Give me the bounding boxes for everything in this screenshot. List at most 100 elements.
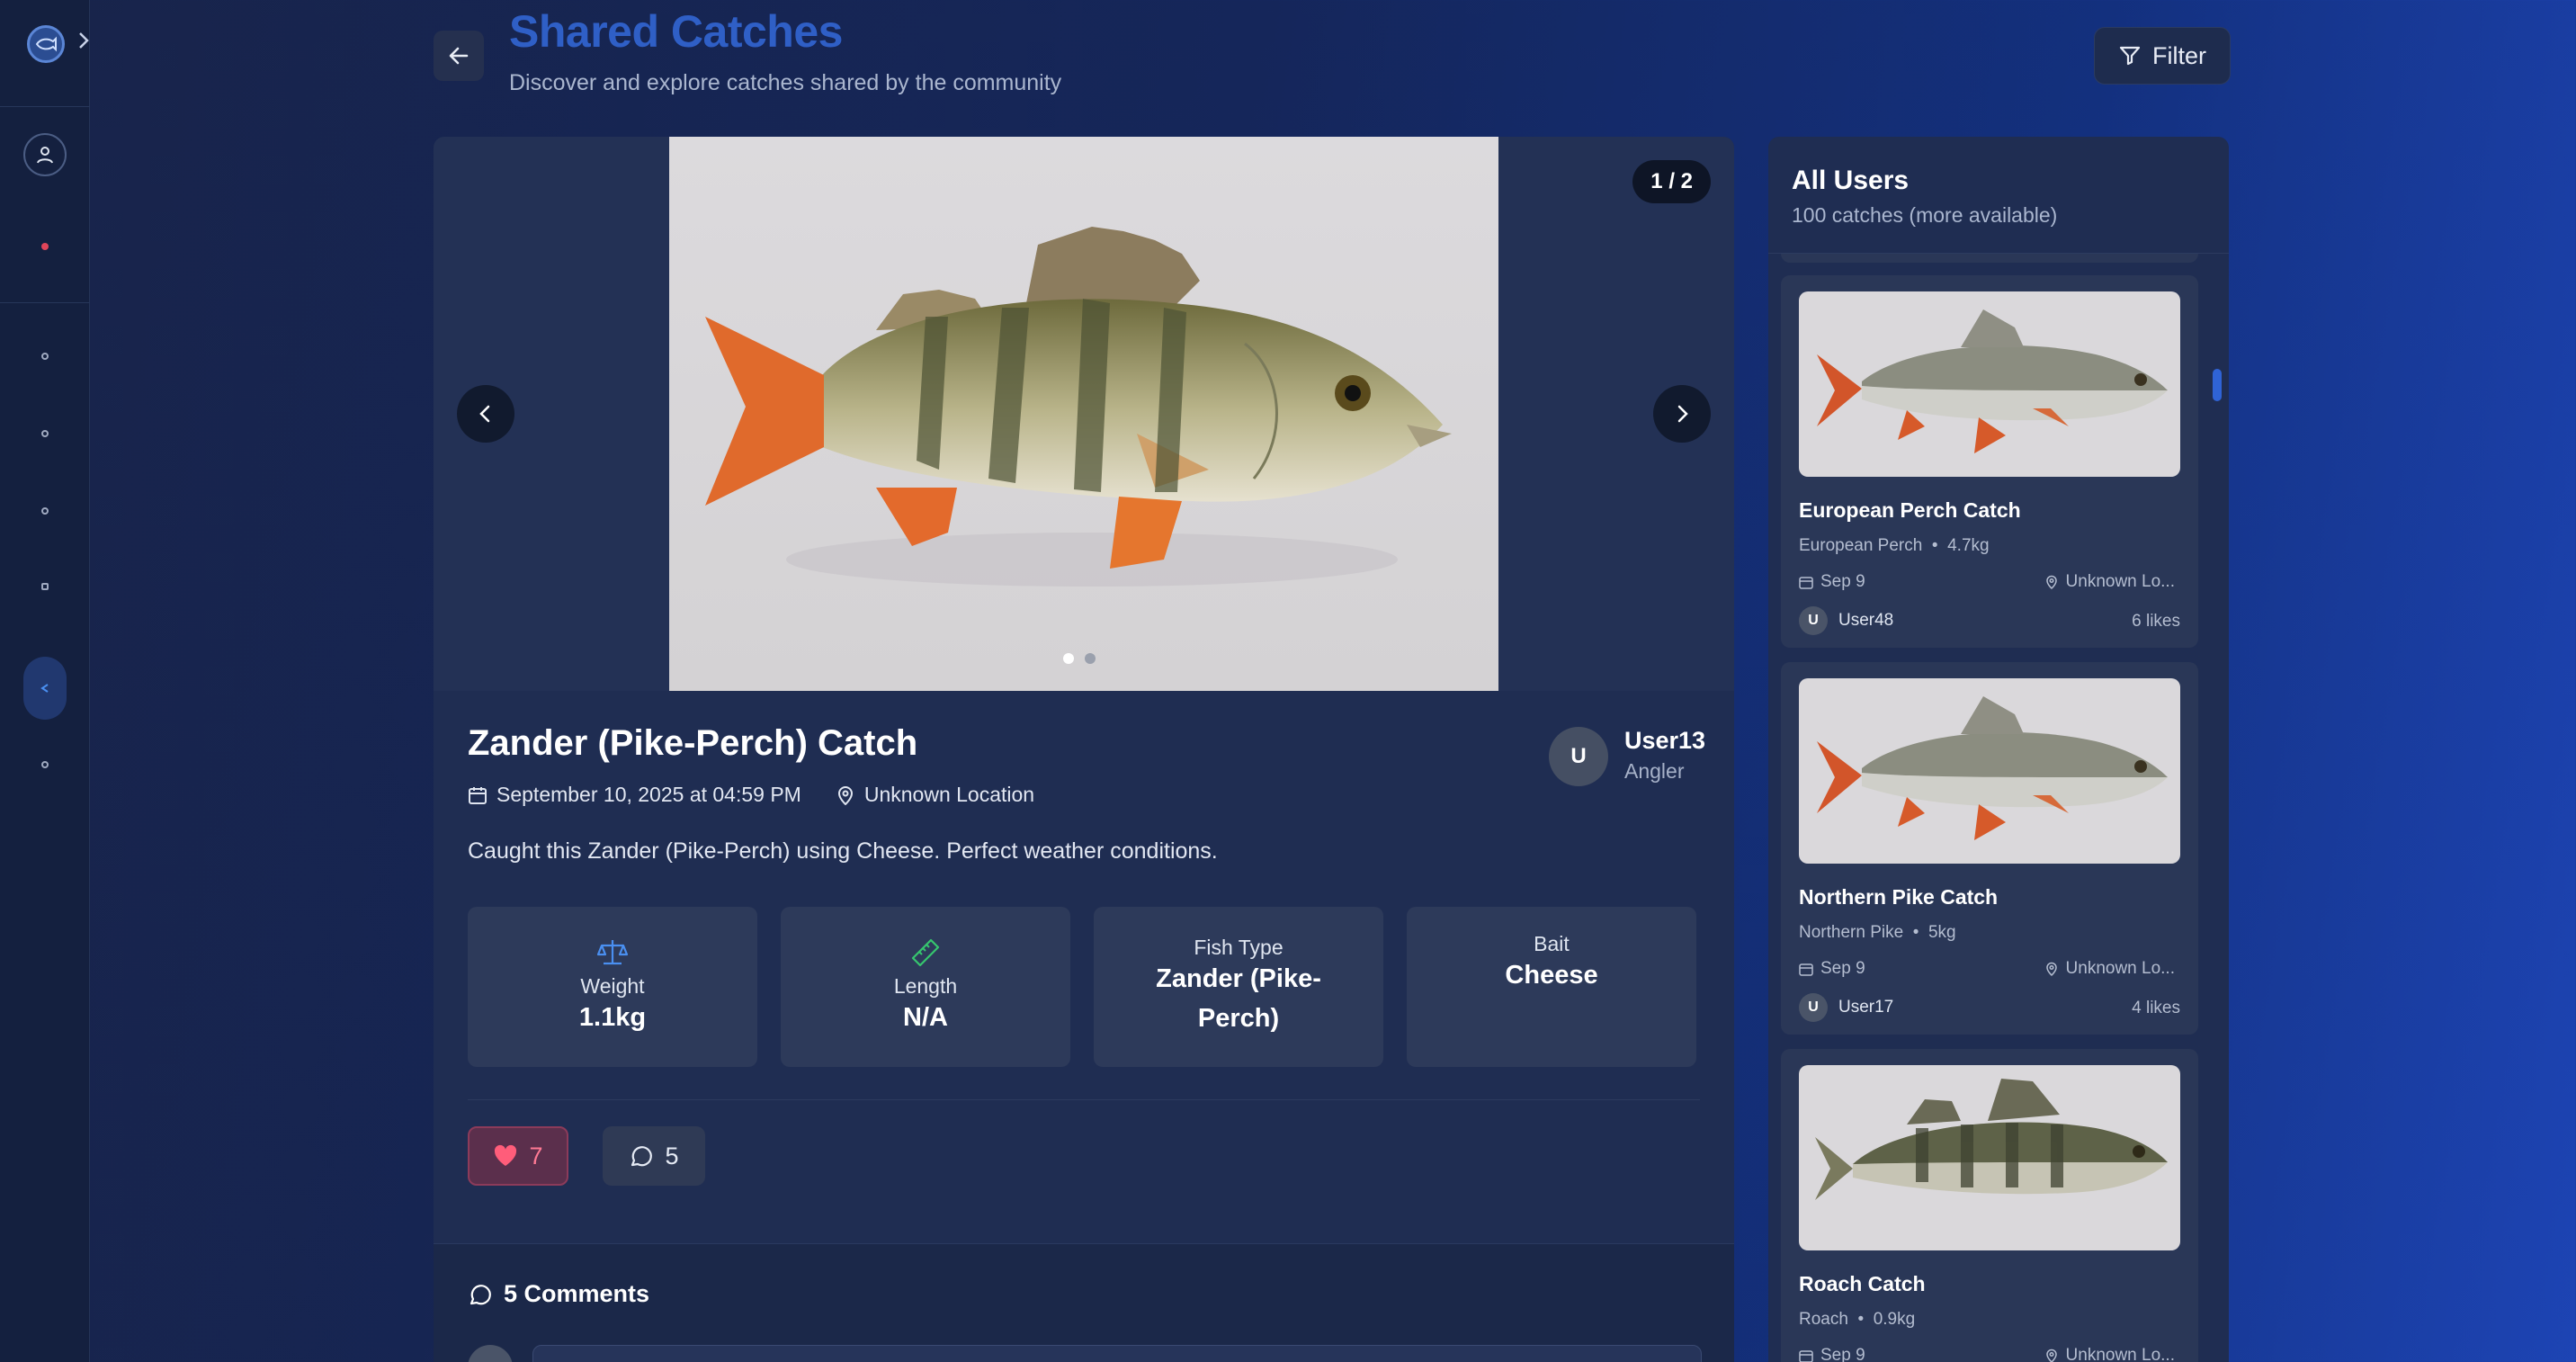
calendar-icon: [1799, 1350, 1813, 1362]
card-location-text: Unknown Lo...: [2065, 959, 2175, 978]
card-likes: 4 likes: [2132, 999, 2180, 1017]
arrow-left-icon: [449, 47, 469, 65]
nav-home-icon[interactable]: [41, 353, 49, 360]
nav-map-icon[interactable]: [41, 430, 49, 437]
card-weight: 4.7kg: [1947, 536, 1990, 555]
ruler-icon: [911, 938, 940, 966]
catch-card[interactable]: [1781, 254, 2198, 263]
filter-button[interactable]: Filter: [2094, 27, 2231, 85]
stat-value: N/A: [903, 1002, 948, 1032]
panel-subtitle: 100 catches (more available): [1792, 203, 2058, 227]
stat-label: Fish Type: [1194, 936, 1284, 959]
nav-share-icon[interactable]: [23, 657, 67, 720]
card-species: Roach • 0.9kg: [1799, 1310, 1916, 1329]
panel-title: All Users: [1792, 166, 1910, 195]
like-count: 7: [529, 1142, 543, 1169]
card-location: Unknown Lo...: [2044, 1346, 2175, 1362]
map-pin-icon: [2045, 575, 2057, 589]
card-title: European Perch Catch: [1799, 498, 2021, 522]
panel-header: All Users 100 catches (more available): [1768, 137, 2229, 254]
catch-title: Zander (Pike-Perch) Catch: [468, 723, 918, 763]
divider: [468, 1099, 1700, 1100]
nav-log-icon[interactable]: [41, 507, 49, 515]
scrollbar[interactable]: [2213, 369, 2222, 401]
stat-bait: Bait Cheese: [1407, 907, 1696, 1067]
catch-thumbnail: [1799, 1065, 2180, 1250]
card-location-text: Unknown Lo...: [2065, 1346, 2175, 1362]
heart-icon: [495, 1144, 517, 1166]
carousel-counter: 1 / 2: [1632, 160, 1711, 203]
calendar-icon: [1799, 963, 1813, 976]
logout-icon[interactable]: [41, 243, 49, 250]
catch-thumbnail: [1799, 291, 2180, 477]
stat-value: Zander (Pike-Perch): [1156, 964, 1321, 1033]
author-name[interactable]: User13: [1624, 727, 1705, 755]
stat-label: Bait: [1534, 932, 1570, 955]
roach-photo-image: [1817, 309, 2168, 453]
stat-weight: Weight 1.1kg: [468, 907, 757, 1067]
card-location: Unknown Lo...: [2044, 959, 2175, 979]
card-date: Sep 9: [1799, 572, 1865, 592]
card-likes: 6 likes: [2132, 612, 2180, 631]
all-users-panel: All Users 100 catches (more available) E…: [1768, 137, 2229, 1362]
filter-label: Filter: [2152, 41, 2206, 69]
back-button[interactable]: [434, 31, 484, 81]
avatar[interactable]: U: [1549, 727, 1608, 786]
nav-calendar-icon[interactable]: [41, 583, 49, 590]
stat-fish-type: Fish Type Zander (Pike-Perch): [1094, 907, 1383, 1067]
card-username: User48: [1838, 611, 1894, 630]
stat-value: 1.1kg: [578, 1002, 647, 1032]
stat-label: Weight: [580, 973, 645, 998]
carousel-dots: [1063, 653, 1096, 664]
card-date-text: Sep 9: [1820, 959, 1865, 978]
catch-date: September 10, 2025 at 04:59 PM: [496, 783, 801, 806]
card-user: U User17: [1799, 993, 1893, 1022]
calendar-icon: [1799, 577, 1813, 589]
carousel-prev-button[interactable]: [457, 385, 514, 443]
card-date: Sep 9: [1799, 1346, 1865, 1362]
comments-section: 5 Comments: [434, 1243, 1734, 1362]
perch-photo-image: [705, 227, 1452, 587]
comment-button[interactable]: 5: [603, 1126, 705, 1186]
catch-card[interactable]: European Perch Catch European Perch • 4.…: [1781, 275, 2198, 648]
catch-card[interactable]: Northern Pike Catch Northern Pike • 5kg …: [1781, 662, 2198, 1035]
avatar: [468, 1345, 513, 1362]
carousel-dot[interactable]: [1063, 653, 1074, 664]
card-title: Northern Pike Catch: [1799, 885, 1999, 909]
like-button[interactable]: 7: [468, 1126, 568, 1186]
carousel-next-button[interactable]: [1653, 385, 1711, 443]
sidebar: [0, 0, 90, 1362]
photo-carousel: 1 / 2: [434, 137, 1734, 691]
page-title: Shared Catches: [509, 6, 843, 57]
card-user: U User48: [1799, 606, 1893, 635]
sidebar-divider: [0, 302, 90, 303]
comments-heading: 5 Comments: [468, 1280, 649, 1308]
card-location: Unknown Lo...: [2044, 572, 2175, 592]
chevron-left-icon: [479, 405, 490, 423]
card-date-text: Sep 9: [1820, 1346, 1865, 1362]
card-weight: 5kg: [1928, 923, 1956, 942]
calendar-icon: [469, 786, 487, 804]
catch-location: Unknown Location: [863, 783, 1035, 806]
catch-thumbnail: [1799, 678, 2180, 864]
comment-input[interactable]: [532, 1345, 1702, 1362]
catch-card[interactable]: Roach Catch Roach • 0.9kg Sep 9 Unknown …: [1781, 1049, 2198, 1362]
catch-photo: [669, 137, 1498, 691]
nav-community-icon[interactable]: [41, 761, 49, 768]
avatar: U: [1799, 993, 1828, 1022]
stat-value: Cheese: [1505, 961, 1598, 990]
fish-logo-icon[interactable]: [27, 25, 65, 63]
roach-photo-image: [1817, 696, 2168, 840]
carousel-dot[interactable]: [1085, 653, 1096, 664]
catch-description: Caught this Zander (Pike-Perch) using Ch…: [468, 838, 1218, 864]
card-weight: 0.9kg: [1873, 1310, 1916, 1329]
page-subtitle: Discover and explore catches shared by t…: [509, 70, 1062, 95]
chevron-right-icon[interactable]: [77, 31, 90, 56]
card-username: User17: [1838, 998, 1894, 1017]
user-profile-icon[interactable]: [23, 133, 67, 176]
message-circle-icon: [470, 1284, 491, 1304]
scale-icon: [596, 939, 629, 964]
card-title: Roach Catch: [1799, 1272, 1926, 1295]
sidebar-divider: [0, 106, 90, 107]
catch-meta: September 10, 2025 at 04:59 PM Unknown L…: [468, 783, 1034, 807]
